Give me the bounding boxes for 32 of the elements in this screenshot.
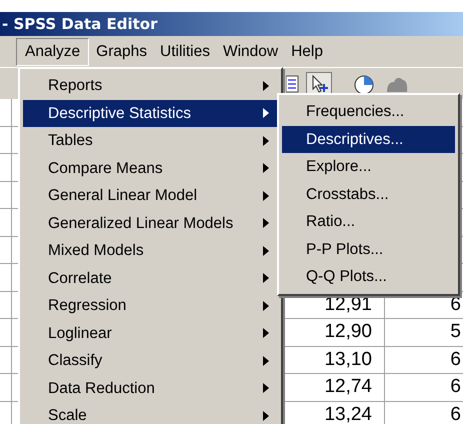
menu-item[interactable]: Data Reduction bbox=[23, 374, 278, 402]
menu-item[interactable]: Reports bbox=[23, 72, 278, 100]
menu-item[interactable]: P-P Plots... bbox=[282, 236, 455, 263]
menu-item[interactable]: Graphs bbox=[90, 38, 153, 66]
menu-item[interactable]: Scale bbox=[23, 402, 278, 424]
menu-item[interactable]: Explore... bbox=[282, 153, 455, 180]
menu-item[interactable]: Descriptives... bbox=[282, 126, 455, 153]
list-icon[interactable] bbox=[286, 74, 300, 94]
menu-item[interactable]: Regression bbox=[23, 292, 278, 320]
table-cell-text: 5 bbox=[449, 320, 462, 344]
table-cell-text: 6 bbox=[449, 402, 462, 424]
menu-item[interactable]: Ratio... bbox=[282, 208, 455, 236]
menu-item[interactable]: Mixed Models bbox=[23, 237, 278, 264]
table-cell-text: 6 bbox=[449, 348, 462, 372]
menu-item[interactable]: Correlate bbox=[23, 264, 278, 292]
cursor-icon[interactable] bbox=[306, 72, 332, 96]
menu-item[interactable]: Compare Means bbox=[23, 154, 278, 182]
menu-item[interactable]: General Linear Model bbox=[23, 182, 278, 210]
menu-item[interactable]: Tables bbox=[23, 127, 278, 154]
menu-item[interactable]: Crosstabs... bbox=[282, 180, 455, 208]
menu-item[interactable]: Analyze bbox=[16, 38, 90, 66]
table-cell-text: 6 bbox=[449, 375, 462, 399]
menu-item[interactable]: Descriptive Statistics bbox=[23, 100, 278, 127]
menu-item[interactable]: Q-Q Plots... bbox=[282, 263, 455, 290]
menu-item[interactable]: Classify bbox=[23, 347, 278, 374]
window-title: - SPSS Data Editor bbox=[2, 16, 158, 32]
menu-item[interactable]: Loglinear bbox=[23, 320, 278, 347]
menu-item[interactable]: Utilities bbox=[154, 38, 216, 66]
menu-item[interactable]: Generalized Linear Models bbox=[23, 210, 278, 237]
menu-item[interactable]: Frequencies... bbox=[282, 98, 455, 126]
menu-item[interactable]: Window bbox=[216, 38, 284, 66]
menu-item[interactable]: Help bbox=[285, 38, 329, 66]
